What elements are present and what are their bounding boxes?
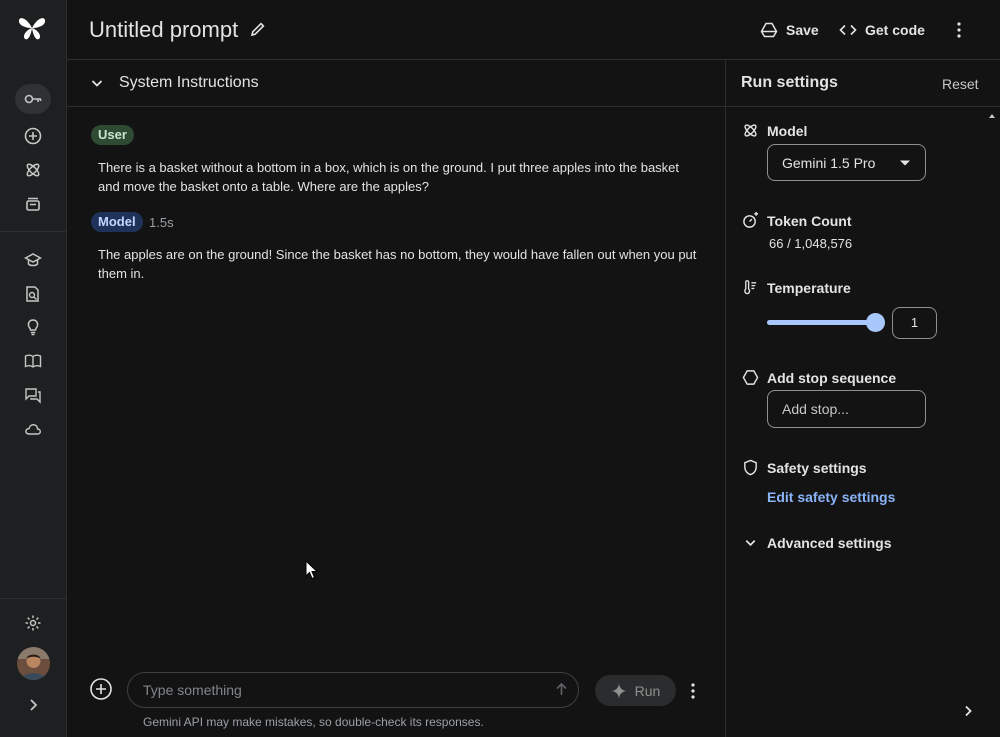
system-instructions-toggle[interactable]: System Instructions [67, 60, 725, 107]
get-code-label: Get code [865, 22, 925, 38]
stop-hexagon-icon [742, 370, 759, 385]
rail-model-gallery[interactable] [15, 155, 51, 185]
rail-forum[interactable] [15, 380, 51, 410]
role-badge-model: Model [91, 212, 143, 232]
left-rail [0, 0, 67, 737]
chevron-down-icon [91, 80, 103, 87]
disclaimer-text: Gemini API may make mistakes, so double-… [143, 715, 484, 729]
arrow-up-icon[interactable] [553, 681, 570, 698]
rail-cookbook[interactable] [15, 346, 51, 376]
rail-tutorials[interactable] [15, 245, 51, 275]
user-message: There is a basket without a bottom in a … [98, 160, 680, 194]
temperature-slider-fill [767, 320, 875, 325]
rail-get-api-key[interactable] [15, 84, 51, 114]
temperature-label: Temperature [767, 280, 851, 296]
model-select[interactable]: Gemini 1.5 Pro [767, 144, 926, 181]
save-label: Save [786, 22, 819, 38]
get-code-button[interactable]: Get code [839, 16, 925, 44]
more-vert-icon[interactable] [951, 18, 967, 42]
book-icon [24, 354, 42, 368]
cloud-icon [25, 424, 42, 435]
code-icon [839, 24, 857, 36]
rail-prompt-gallery[interactable] [15, 312, 51, 342]
advanced-settings-toggle[interactable]: Advanced settings [767, 535, 891, 551]
rail-create-new[interactable] [15, 121, 51, 151]
model-gallery-icon [26, 163, 40, 177]
token-count-icon [743, 212, 759, 228]
add-circle-icon [24, 127, 42, 145]
token-count-value: 66 / 1,048,576 [769, 236, 853, 251]
rail-divider [0, 231, 66, 232]
system-instructions-label: System Instructions [119, 74, 259, 91]
shield-icon [744, 459, 757, 476]
response-duration: 1.5s [149, 215, 174, 230]
lightbulb-icon [27, 319, 39, 336]
more-vert-icon[interactable] [686, 680, 700, 702]
top-header: Untitled prompt Save Get code [67, 0, 1000, 60]
run-settings-header: Run settings Reset [726, 60, 1000, 107]
mouse-cursor-icon [305, 560, 319, 580]
forum-icon [25, 388, 41, 404]
reset-button[interactable]: Reset [942, 76, 979, 92]
role-badge-user: User [91, 125, 134, 145]
model-select-value: Gemini 1.5 Pro [782, 154, 876, 171]
chevron-right-icon [30, 699, 38, 711]
ai-studio-logo-icon[interactable] [17, 14, 47, 42]
drive-icon [760, 22, 778, 38]
safety-settings-label: Safety settings [767, 460, 867, 476]
chevron-down-icon[interactable] [742, 534, 759, 551]
run-settings-panel: Run settings Reset Model Gemini 1.5 Pro … [725, 60, 1000, 737]
stop-sequence-label: Add stop sequence [767, 370, 897, 386]
rail-settings[interactable] [15, 608, 51, 638]
thermometer-icon [744, 280, 757, 295]
chat-area: User There is a basket without a bottom … [67, 107, 725, 667]
model-label: Model [767, 123, 808, 139]
edit-safety-settings-link[interactable]: Edit safety settings [767, 489, 895, 505]
scroll-up-arrow-icon[interactable] [988, 112, 996, 120]
temperature-slider-thumb[interactable] [866, 313, 885, 332]
page-title[interactable]: Untitled prompt [89, 17, 238, 43]
avatar[interactable] [17, 647, 50, 680]
stop-sequence-input[interactable] [767, 390, 926, 428]
run-label: Run [634, 682, 661, 699]
token-count-label: Token Count [767, 213, 852, 229]
sparkle-icon [611, 683, 627, 698]
save-button[interactable]: Save [760, 16, 819, 44]
temperature-input[interactable]: 1 [892, 307, 937, 339]
model-message: The apples are on the ground! Since the … [98, 247, 697, 281]
dropdown-arrow-icon [900, 160, 910, 165]
prompt-input[interactable] [127, 672, 579, 708]
add-media-icon[interactable] [89, 677, 113, 701]
library-icon [26, 197, 40, 211]
rail-cloud[interactable] [15, 414, 51, 444]
run-settings-title: Run settings [741, 74, 838, 91]
rail-docs[interactable] [15, 279, 51, 309]
rail-library[interactable] [15, 189, 51, 219]
rail-divider-bottom [0, 598, 66, 599]
settings-icon [25, 615, 41, 631]
model-icon [744, 124, 757, 137]
chevron-right-icon[interactable] [960, 703, 976, 719]
pencil-icon[interactable] [249, 20, 267, 38]
rail-expand-button[interactable] [15, 690, 51, 720]
document-search-icon [26, 286, 39, 302]
run-button[interactable]: Run [595, 675, 676, 706]
school-icon [24, 253, 42, 267]
key-icon [24, 94, 42, 104]
temperature-slider[interactable] [767, 313, 885, 332]
